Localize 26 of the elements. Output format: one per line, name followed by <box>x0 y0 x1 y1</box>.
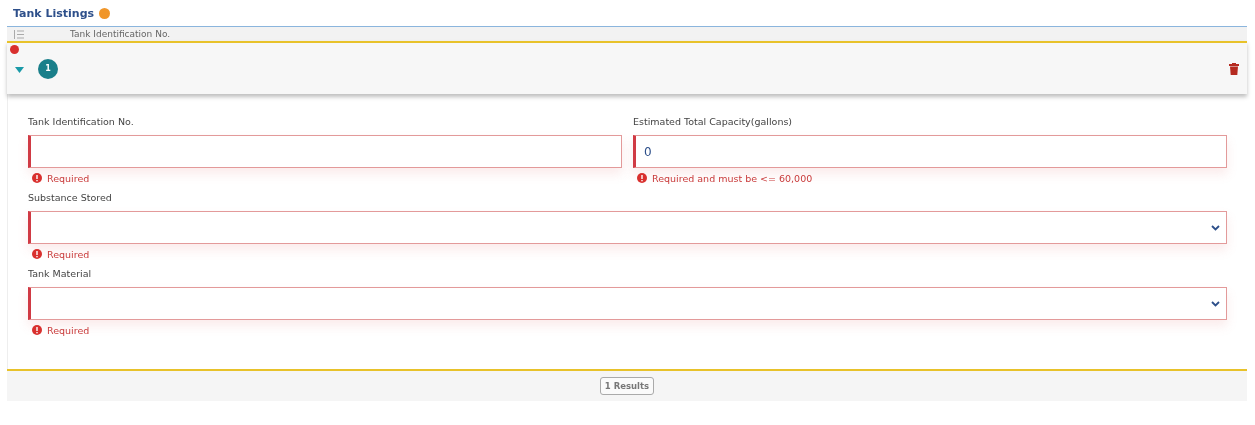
error-icon <box>32 249 42 259</box>
error-message: Required <box>47 248 90 260</box>
error-message: Required <box>47 172 90 184</box>
sort-icon[interactable] <box>13 29 24 39</box>
input-field[interactable] <box>28 135 622 168</box>
trash-icon[interactable] <box>1229 62 1239 75</box>
results-count: 1 Results <box>599 377 655 395</box>
field-label: Tank Material <box>28 268 93 279</box>
chevron-down-icon <box>1211 300 1220 307</box>
input-field[interactable]: 0 <box>633 135 1227 168</box>
error-icon <box>32 325 42 335</box>
caret-icon[interactable] <box>15 66 24 73</box>
error-message: Required <box>47 324 90 336</box>
select-field[interactable] <box>28 211 1227 244</box>
field-label: Estimated Total Capacity(gallons) <box>633 116 794 127</box>
section-title: Tank Listings <box>13 6 95 20</box>
field-label: Substance Stored <box>28 192 113 203</box>
field-label: Tank Identification No. <box>28 116 135 127</box>
column-label[interactable]: Tank Identification No. <box>70 29 171 39</box>
error-icon <box>32 173 42 183</box>
error-icon <box>637 173 647 183</box>
error-message: Required and must be <= 60,000 <box>652 172 813 184</box>
chevron-down-icon <box>1211 224 1220 231</box>
select-field[interactable] <box>28 287 1227 320</box>
help-icon[interactable] <box>99 7 111 19</box>
record-number: 1 <box>38 58 58 79</box>
